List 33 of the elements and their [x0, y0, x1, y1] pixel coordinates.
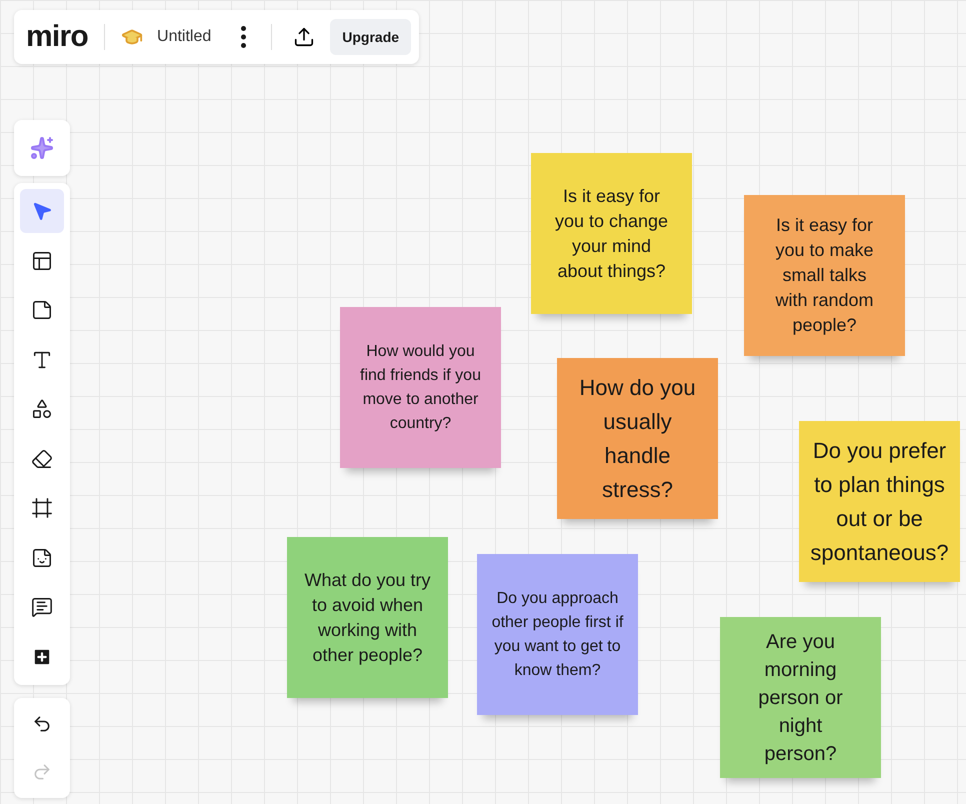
- sticky-note[interactable]: Is it easy for you to change your mind about things?: [531, 153, 692, 314]
- sticky-note-text: Do you approach other people first if you want to get to know them?: [491, 588, 624, 680]
- layout-icon: [31, 250, 53, 272]
- sticky-note-text: Is it easy for you to make small talks with random people?: [774, 214, 875, 337]
- sticky-note[interactable]: Do you approach other people first if you want to get to know them?: [477, 554, 638, 715]
- logo[interactable]: miro: [26, 22, 88, 52]
- sticky-note[interactable]: How would you find friends if you move to another country?: [340, 307, 501, 468]
- eraser-icon: [31, 448, 53, 470]
- sticky-note[interactable]: Do you prefer to plan things out or be spontaneous?: [799, 421, 960, 582]
- upload-icon: [293, 26, 316, 48]
- sticky-note-icon: [31, 299, 53, 321]
- shapes-icon: [31, 398, 53, 420]
- sticky-note-text: Do you prefer to plan things out or be spontaneous?: [809, 436, 950, 567]
- upgrade-button[interactable]: Upgrade: [330, 19, 412, 55]
- comment-icon: [31, 596, 53, 618]
- sparkles-icon: [30, 136, 54, 160]
- sticky-note[interactable]: Are you morning person or night person?: [720, 617, 881, 778]
- undo-icon: [32, 714, 52, 734]
- ai-button[interactable]: [14, 120, 70, 176]
- sticker-icon: [31, 546, 53, 568]
- sticky-note-text: Is it easy for you to change your mind about things?: [554, 184, 670, 283]
- sticky-note-text: How would you find friends if you move to another country?: [359, 342, 482, 434]
- sticky-note[interactable]: What do you try to avoid when working with other people?: [287, 537, 448, 698]
- sticky-note-text: How do you usually handle stress?: [578, 374, 697, 504]
- redo-icon: [32, 762, 52, 782]
- more-icon: [240, 26, 246, 48]
- board-title[interactable]: Untitled: [157, 25, 212, 49]
- sticky-note-text: What do you try to avoid when working with other people?: [303, 568, 432, 667]
- cursor-icon: [31, 200, 53, 222]
- sticky-note[interactable]: How do you usually handle stress?: [557, 358, 718, 519]
- sticky-note-text: Are you morning person or night person?: [757, 630, 844, 766]
- sticky-note[interactable]: Is it easy for you to make small talks with random people?: [744, 195, 905, 356]
- frame-icon: [31, 497, 53, 519]
